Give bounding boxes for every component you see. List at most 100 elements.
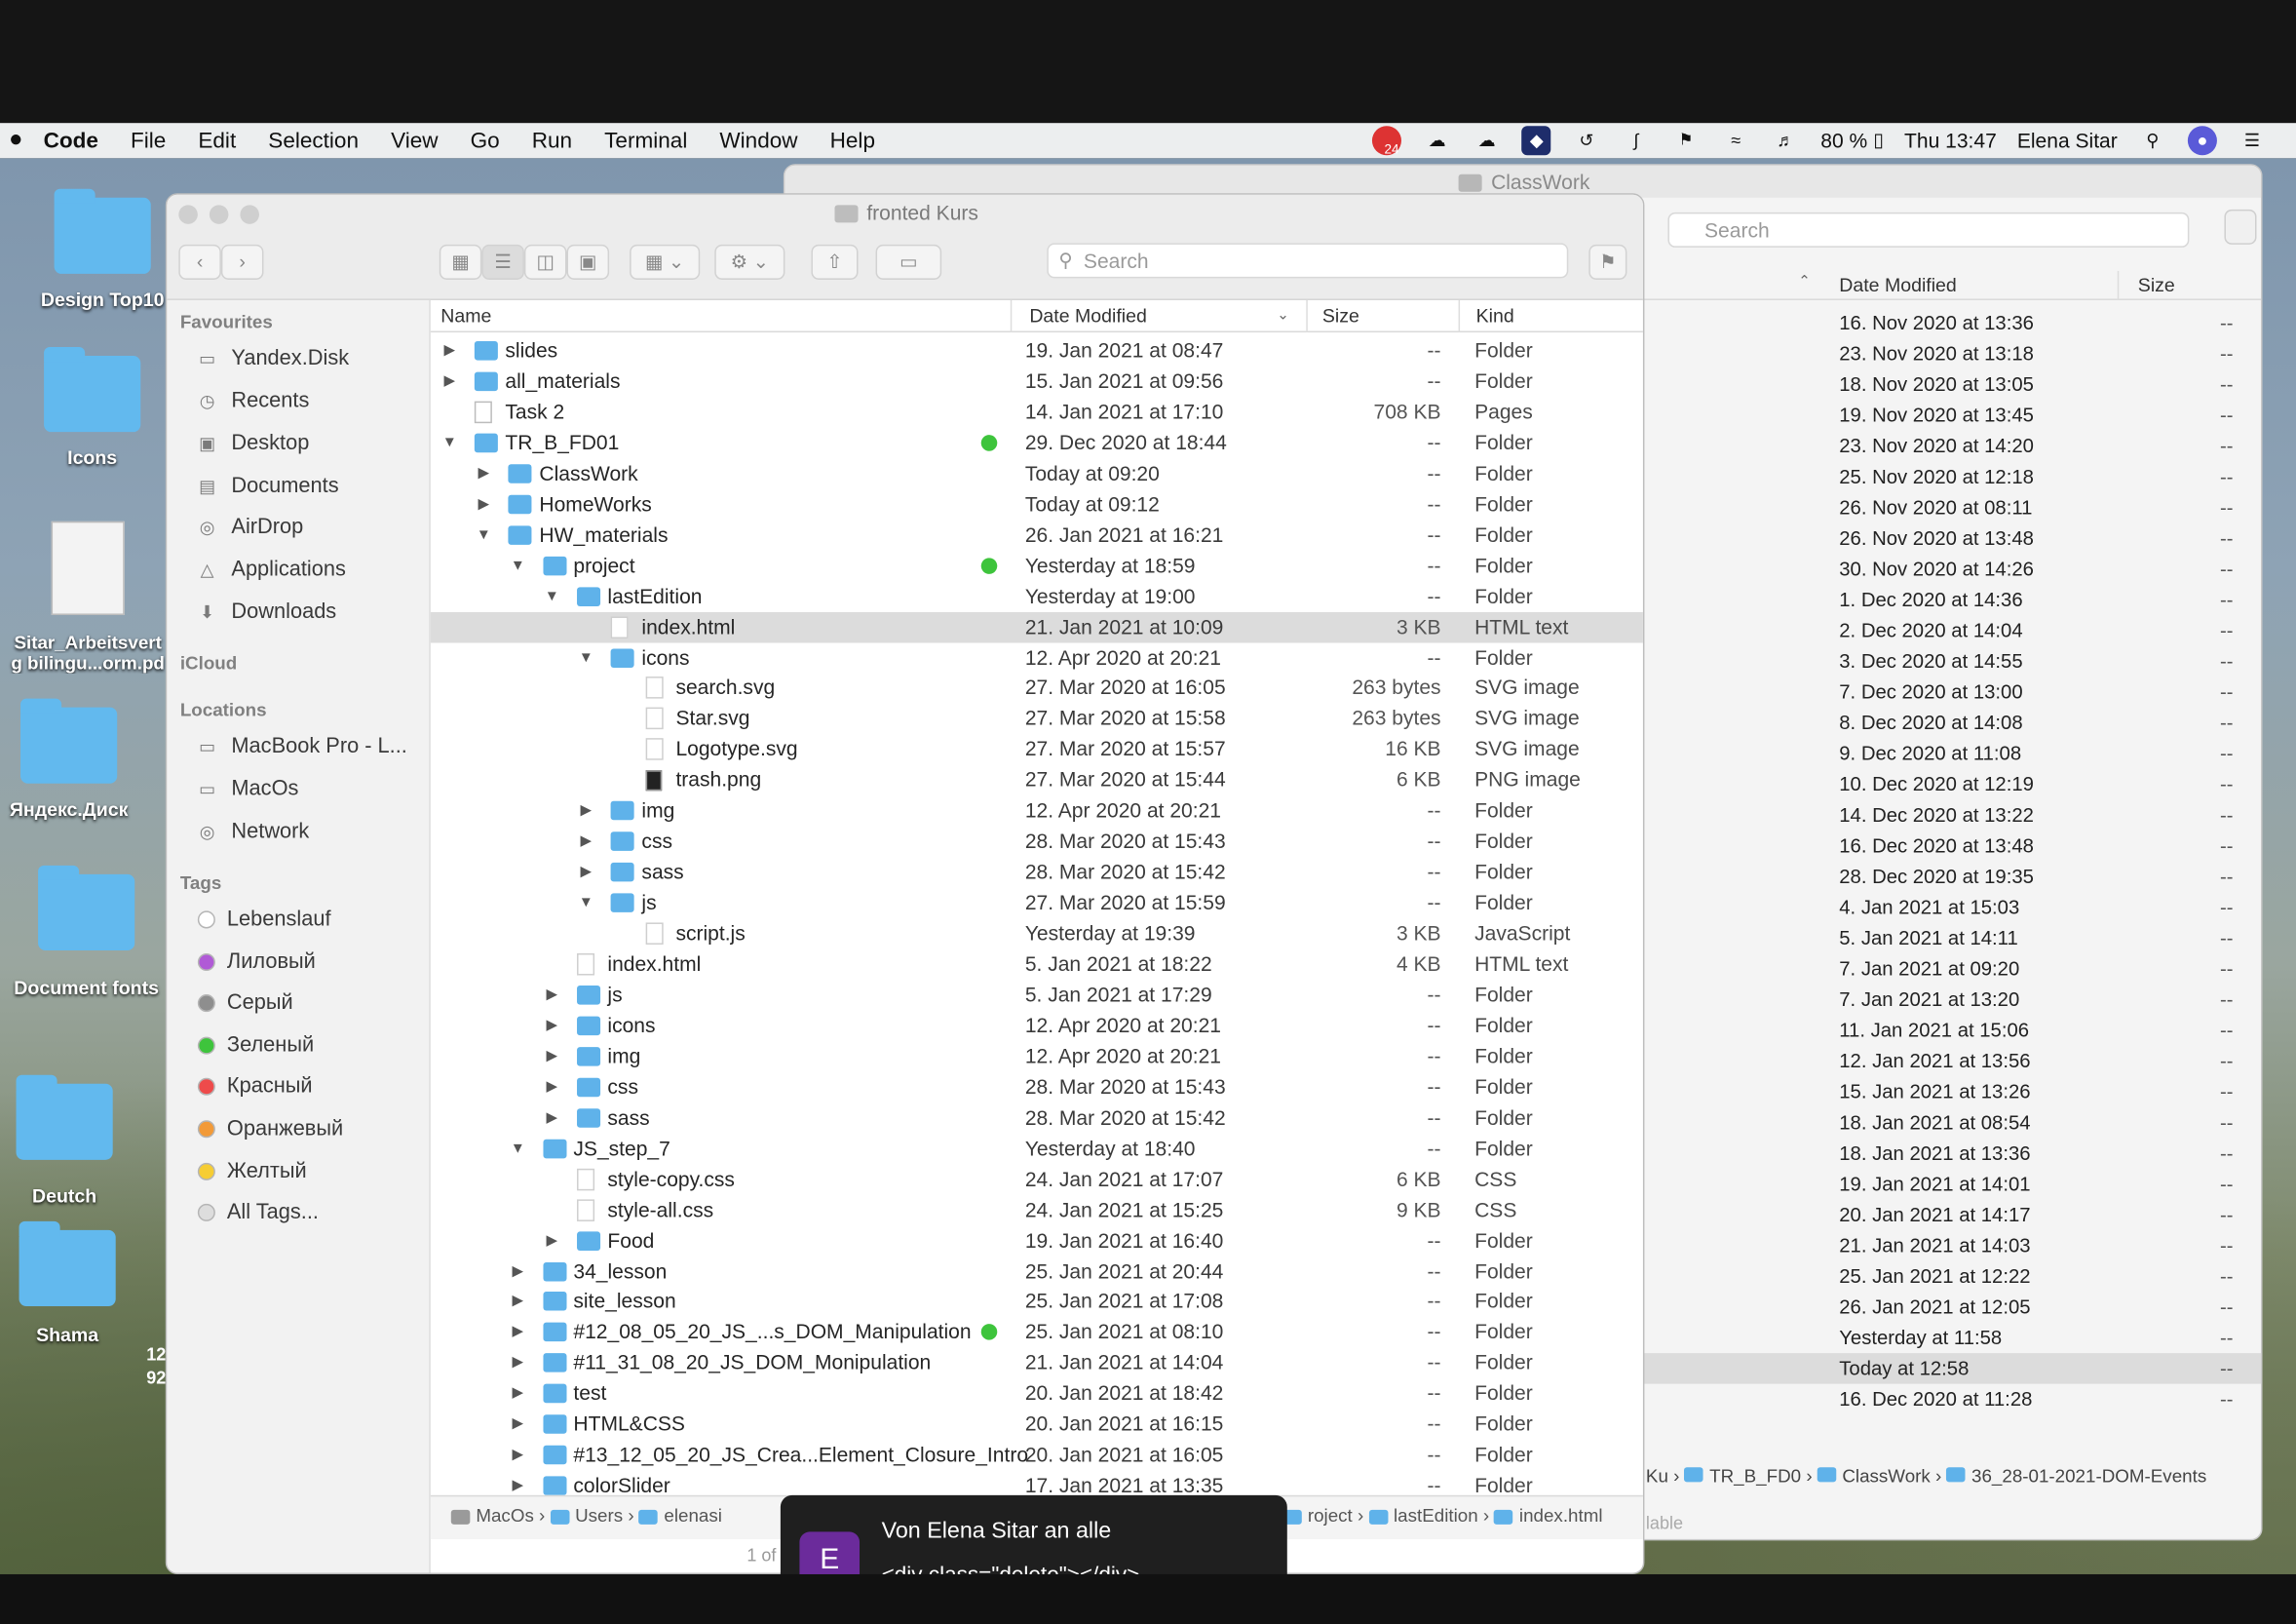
disclosure-open-icon[interactable]: ▼ — [579, 642, 593, 674]
sort-chevron-icon[interactable]: ⌃ — [1798, 274, 1811, 290]
disclosure-closed-icon[interactable]: ▶ — [545, 980, 559, 1011]
search-input[interactable]: Search — [1047, 243, 1569, 279]
desktop-file-sitar[interactable]: Sitar_Arbeitsvert g bilingu...orm.pd — [6, 521, 170, 674]
battery-percent[interactable]: 80 % — [1820, 129, 1867, 152]
disclosure-closed-icon[interactable]: ▶ — [511, 1440, 525, 1471]
file-row[interactable]: ▶ Food 19. Jan 2021 at 16:40 -- Folder — [431, 1225, 1643, 1257]
disclosure-closed-icon[interactable]: ▶ — [579, 857, 593, 888]
user-name[interactable]: Elena Sitar — [2017, 129, 2118, 152]
file-row[interactable]: search.svg 27. Mar 2020 at 16:05 263 bytes… — [431, 673, 1643, 704]
file-row[interactable]: ▶ site_lesson 25. Jan 2021 at 17:08 -- Folde… — [431, 1287, 1643, 1318]
disclosure-closed-icon[interactable]: ▶ — [511, 1256, 525, 1287]
sidebar-item-documents[interactable]: ▤ Documents — [195, 475, 339, 498]
path-segment[interactable]: ClassWork — [1842, 1466, 1930, 1487]
sidebar-item-airdrop[interactable]: ◎ AirDrop — [195, 516, 304, 539]
path-segment[interactable]: elenasi — [664, 1505, 722, 1526]
file-row[interactable]: ▶ img 12. Apr 2020 at 20:21 -- Folder — [431, 795, 1643, 827]
disclosure-closed-icon[interactable]: ▶ — [511, 1287, 525, 1318]
bluetooth-icon[interactable]: ∫ — [1622, 126, 1651, 155]
time-machine-icon[interactable]: ↺ — [1572, 126, 1601, 155]
disclosure-open-icon[interactable]: ▼ — [511, 1133, 525, 1164]
file-row[interactable]: ▶ #12_08_05_20_JS_...s_DOM_Manipulation 25… — [431, 1317, 1643, 1348]
menu-selection[interactable]: Selection — [268, 128, 359, 153]
group-button[interactable]: ▦ ⌄ — [630, 244, 701, 280]
column-view-button[interactable]: ◫ — [523, 244, 567, 280]
menu-edit[interactable]: Edit — [198, 128, 236, 153]
disclosure-closed-icon[interactable]: ▶ — [545, 1010, 559, 1041]
disclosure-open-icon[interactable]: ▼ — [579, 888, 593, 919]
apple-icon[interactable]: ● — [9, 128, 23, 154]
path-segment[interactable]: roject — [1308, 1505, 1353, 1526]
control-center-icon[interactable]: ☰ — [2238, 126, 2267, 155]
sidebar-item-macbook[interactable]: ▭ MacBook Pro - L... — [195, 735, 407, 758]
file-row[interactable]: Task 2 14. Jan 2021 at 17:10 708 KB Pages — [431, 397, 1643, 428]
path-segment[interactable]: Users — [575, 1505, 623, 1526]
clock[interactable]: Thu 13:47 — [1904, 129, 1997, 152]
action-gear-button[interactable]: ⚙ ⌄ — [714, 244, 785, 280]
disclosure-closed-icon[interactable]: ▶ — [511, 1410, 525, 1441]
sidebar-tag-button[interactable]: ⚑ — [1588, 244, 1627, 280]
file-row[interactable]: script.js Yesterday at 19:39 3 KB JavaScrip… — [431, 918, 1643, 949]
path-segment[interactable]: lastEdition — [1394, 1505, 1478, 1526]
column-divider[interactable] — [1306, 299, 1308, 333]
file-row[interactable]: index.html 5. Jan 2021 at 18:22 4 KB HTML t… — [431, 948, 1643, 980]
sidebar-item-downloads[interactable]: ⬇ Downloads — [195, 600, 336, 624]
desktop-folder-design[interactable]: Design Top10 — [22, 188, 183, 310]
column-divider[interactable] — [1010, 299, 1013, 333]
sidebar-item-desktop[interactable]: ▣ Desktop — [195, 432, 309, 455]
finder-window-fronted-kurs[interactable]: fronted Kurs ‹ › ▦ ☰ ◫ ▣ ▦ ⌄ ⚙ ⌄ ⇧ ▭ Sea… — [165, 193, 1645, 1574]
file-row[interactable]: ▶ #13_12_05_20_JS_Crea...Element_Closure_… — [431, 1440, 1643, 1471]
file-row[interactable]: ▼ js 27. Mar 2020 at 15:59 -- Folder — [431, 888, 1643, 919]
desktop-folder-deutch[interactable]: Deutch — [0, 1074, 145, 1207]
desktop-folder-icons[interactable]: Icons — [12, 347, 172, 469]
column-header-date[interactable]: Date Modified — [1839, 274, 1957, 296]
wifi-icon[interactable]: ≈ — [1721, 126, 1750, 155]
disclosure-closed-icon[interactable]: ▶ — [545, 1102, 559, 1134]
menu-file[interactable]: File — [131, 128, 166, 153]
file-row[interactable]: ▶ icons 12. Apr 2020 at 20:21 -- Folder — [431, 1010, 1643, 1041]
menu-run[interactable]: Run — [532, 128, 572, 153]
sidebar-item-recents[interactable]: ◷ Recents — [195, 390, 310, 413]
flag-icon[interactable]: ⚑ — [1671, 126, 1701, 155]
sidebar-tag-item[interactable]: Оранжевый — [195, 1117, 343, 1141]
disclosure-closed-icon[interactable]: ▶ — [477, 458, 491, 489]
search-icon[interactable]: ⚲ — [2138, 126, 2167, 155]
share-button[interactable]: ⇧ — [811, 244, 859, 280]
volume-icon[interactable]: ♬ — [1771, 126, 1800, 155]
disclosure-closed-icon[interactable]: ▶ — [511, 1348, 525, 1379]
sidebar-section-icloud[interactable]: iCloud — [180, 653, 237, 674]
column-header-kind[interactable]: Kind — [1476, 300, 1514, 332]
file-row[interactable]: ▶ css 28. Mar 2020 at 15:43 -- Folder — [431, 1071, 1643, 1102]
sidebar-tag-item[interactable]: Lebenslauf — [195, 908, 331, 931]
disclosure-open-icon[interactable]: ▼ — [545, 581, 559, 612]
file-row[interactable]: ▶ img 12. Apr 2020 at 20:21 -- Folder — [431, 1041, 1643, 1072]
sidebar-tag-item[interactable]: Красный — [195, 1075, 313, 1099]
path-segment[interactable]: Ku — [1646, 1466, 1668, 1487]
siri-icon[interactable]: ● — [2187, 126, 2217, 156]
column-header-size[interactable]: Size — [1322, 300, 1359, 332]
file-row[interactable]: ▶ colorSlider 17. Jan 2021 at 13:35 -- Folde… — [431, 1471, 1643, 1495]
sidebar-tag-item[interactable]: Желтый — [195, 1159, 307, 1182]
column-header-size[interactable]: Size — [2138, 274, 2175, 296]
column-header-date[interactable]: Date Modified — [1029, 300, 1147, 332]
disclosure-open-icon[interactable]: ▼ — [442, 427, 457, 458]
file-row[interactable]: ▶ slides 19. Jan 2021 at 08:47 -- Folder — [431, 335, 1643, 367]
menu-view[interactable]: View — [391, 128, 438, 153]
disclosure-closed-icon[interactable]: ▶ — [442, 366, 457, 397]
forward-button[interactable]: › — [220, 244, 264, 280]
menu-help[interactable]: Help — [830, 128, 875, 153]
menu-terminal[interactable]: Terminal — [604, 128, 687, 153]
menu-app-name[interactable]: Code — [44, 128, 98, 153]
shield-icon[interactable]: ◆ — [1521, 126, 1551, 156]
list-view-button[interactable]: ☰ — [481, 244, 524, 280]
sidebar-tag-item[interactable]: All Tags... — [195, 1201, 319, 1224]
desktop-folder-document-fonts[interactable]: Document fonts — [5, 865, 169, 999]
tag-button[interactable] — [2224, 209, 2257, 245]
path-segment[interactable]: MacOs — [476, 1505, 533, 1526]
sort-chevron-icon[interactable]: ⌄ — [1277, 300, 1289, 332]
file-row[interactable]: Logotype.svg 27. Mar 2020 at 15:57 16 KB SV… — [431, 734, 1643, 765]
disclosure-open-icon[interactable]: ▼ — [477, 520, 491, 551]
notification-app-icon[interactable]: 24 — [1372, 126, 1402, 157]
disclosure-closed-icon[interactable]: ▶ — [511, 1317, 525, 1348]
file-row[interactable]: ▶ all_materials 15. Jan 2021 at 09:56 -- Fol… — [431, 366, 1643, 397]
